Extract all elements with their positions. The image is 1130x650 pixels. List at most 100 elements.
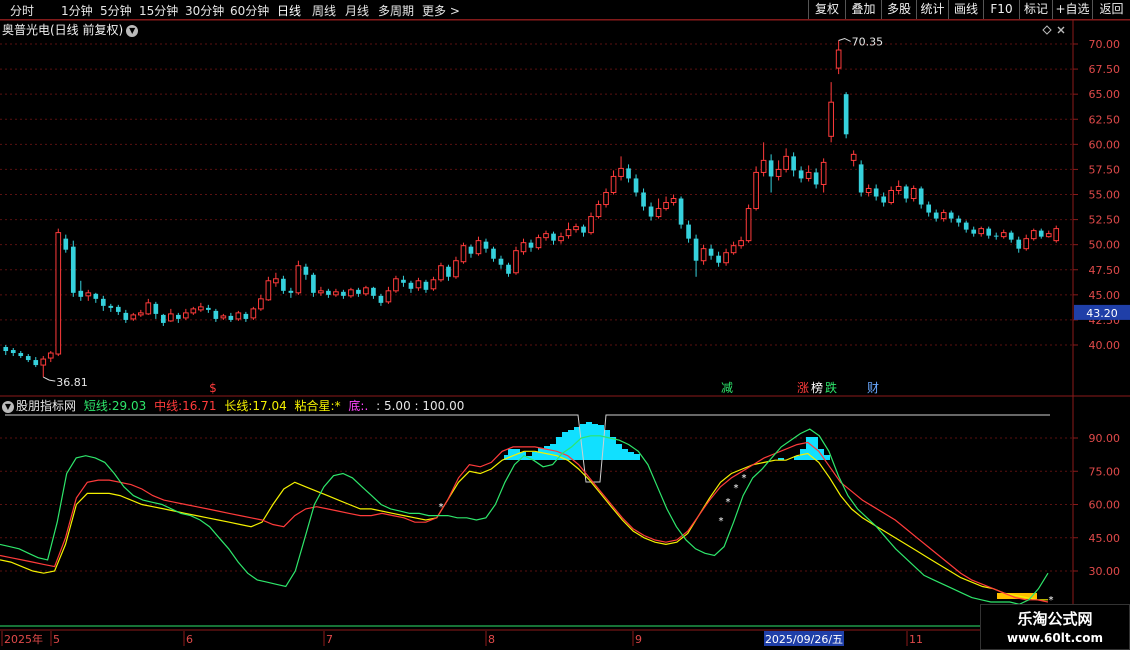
candle-body	[378, 295, 384, 303]
date-label: 8	[488, 633, 495, 646]
candle-body	[933, 212, 939, 219]
stock-title[interactable]: 奥普光电(日线 前复权)	[2, 23, 123, 37]
f10-button[interactable]: F10	[983, 0, 1019, 19]
candle-body	[903, 186, 909, 199]
strength-bar	[818, 449, 824, 460]
statistics-button[interactable]: 统计	[916, 0, 948, 19]
candle-body	[453, 260, 459, 278]
strength-bar	[538, 448, 544, 460]
back-button[interactable]: 返回	[1092, 0, 1130, 19]
close-icon[interactable]	[1057, 26, 1065, 34]
candle-body	[850, 153, 857, 161]
sticky-star-value: *	[334, 399, 341, 413]
candle-body	[363, 287, 369, 295]
bottom-label: 底:	[348, 399, 365, 413]
candle-body	[206, 307, 211, 310]
candle-body	[723, 252, 729, 264]
candle-body	[573, 226, 579, 231]
candle-body	[626, 168, 631, 179]
price-tick-label: 45.00	[1089, 289, 1121, 302]
stock-title-row: 奥普光电(日线 前复权) ▼	[2, 21, 139, 39]
candle-body	[70, 246, 76, 293]
candle-body	[415, 280, 422, 289]
chevron-right-icon: >	[449, 4, 460, 18]
overlay-button[interactable]: 叠加	[845, 0, 881, 19]
candle-body	[551, 233, 556, 241]
period-tab-monthly[interactable]: 月线	[345, 2, 369, 19]
period-tab-intraday[interactable]: 分时	[10, 2, 34, 19]
add-watchlist-button[interactable]: +自选	[1052, 0, 1092, 19]
multi-stock-button[interactable]: 多股	[881, 0, 916, 19]
period-tab-weekly[interactable]: 周线	[312, 2, 336, 19]
candle-body	[265, 280, 272, 301]
candle-body	[33, 360, 39, 366]
strength-bar	[580, 424, 586, 460]
chevron-down-icon[interactable]: ▼	[2, 400, 14, 413]
price-tick-label: 60.00	[1089, 138, 1121, 151]
period-tab-60min[interactable]: 60分钟	[230, 2, 269, 19]
candle-body	[956, 218, 962, 223]
date-label: 9	[635, 633, 642, 646]
mark-button[interactable]: 标记	[1019, 0, 1052, 19]
period-tab-15min[interactable]: 15分钟	[139, 2, 178, 19]
diamond-icon[interactable]	[1042, 25, 1052, 35]
strength-bar	[544, 446, 550, 460]
candle-body	[603, 191, 609, 206]
draw-line-button[interactable]: 画线	[948, 0, 983, 19]
candle-body	[963, 222, 969, 230]
candle-body	[641, 192, 646, 207]
date-label: 2025年	[4, 632, 43, 646]
candle-body	[250, 308, 257, 319]
candle-body	[843, 94, 849, 135]
candle-body	[865, 187, 872, 193]
candle-body	[783, 155, 789, 170]
candle-body	[978, 228, 985, 235]
event-mark: 榜	[811, 380, 823, 395]
period-tab-more[interactable]: 更多 >	[422, 2, 460, 19]
price-tick-label: 57.50	[1089, 163, 1121, 176]
strength-bar	[514, 449, 520, 460]
period-tab-daily[interactable]: 日线	[277, 2, 301, 19]
candle-body	[1000, 232, 1007, 238]
candle-body	[730, 245, 737, 254]
candle-body	[670, 198, 677, 204]
candle-body	[910, 187, 917, 200]
candle-body	[513, 250, 519, 274]
price-tick-label: 42.50	[1089, 314, 1121, 327]
price-tick-label: 67.50	[1089, 63, 1121, 76]
candle-body	[123, 312, 129, 320]
candle-body	[798, 170, 804, 179]
strength-bar	[526, 456, 532, 460]
candle-body	[468, 246, 474, 254]
adjust-button[interactable]: 复权	[808, 0, 845, 19]
chevron-down-icon[interactable]: ▼	[126, 24, 139, 37]
candle-body	[137, 312, 144, 316]
candle-body	[828, 101, 834, 137]
strength-bar	[628, 452, 634, 460]
indicator-name[interactable]: 股朋指标网	[16, 399, 76, 413]
candle-body	[595, 204, 602, 218]
period-tab-multi[interactable]: 多周期	[378, 2, 414, 19]
candle-body	[926, 204, 932, 213]
candle-body	[760, 159, 767, 173]
period-tab-1min[interactable]: 1分钟	[61, 2, 93, 19]
candle-body	[438, 265, 444, 281]
candle-body	[483, 241, 489, 249]
indicator-extra-values: : 5.00 : 100.00	[376, 399, 465, 413]
mid-line-label: 中线:	[154, 399, 183, 413]
candle-body	[423, 281, 429, 290]
candle-body	[738, 240, 744, 247]
period-tab-30min[interactable]: 30分钟	[185, 2, 224, 19]
candle-body	[610, 175, 617, 193]
candle-body	[588, 216, 594, 234]
candle-body	[775, 168, 782, 177]
price-tick-label: 50.00	[1089, 239, 1121, 252]
candle-body	[475, 240, 482, 255]
candle-body	[895, 185, 902, 191]
period-tab-5min[interactable]: 5分钟	[100, 2, 132, 19]
candle-body	[918, 188, 924, 205]
strength-bar	[556, 437, 562, 460]
candle-body	[243, 313, 249, 319]
candle-body	[153, 303, 159, 314]
candle-body	[430, 279, 437, 290]
